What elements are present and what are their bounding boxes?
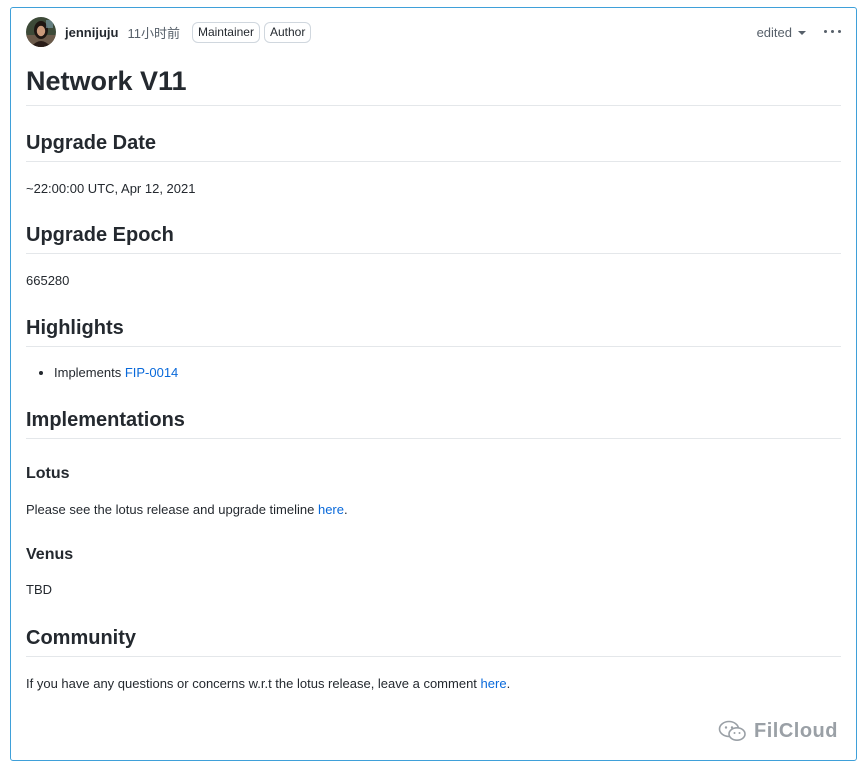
- implementations-heading: Implementations: [26, 407, 841, 439]
- caret-down-icon: [798, 31, 806, 35]
- list-item: Implements FIP-0014: [54, 364, 841, 382]
- community-heading: Community: [26, 625, 841, 657]
- avatar[interactable]: [26, 17, 56, 47]
- lotus-here-link[interactable]: here: [318, 502, 344, 517]
- watermark: FilCloud: [718, 719, 838, 743]
- venus-text: TBD: [26, 582, 52, 597]
- highlights-list: Implements FIP-0014: [26, 364, 841, 382]
- kebab-horizontal-icon[interactable]: [824, 25, 842, 39]
- edited-dropdown[interactable]: edited: [757, 25, 806, 40]
- lotus-text: Please see the lotus release and upgrade…: [26, 501, 841, 519]
- lotus-text-after: .: [344, 502, 348, 517]
- wechat-icon: [718, 720, 746, 741]
- upgrade-date-text: ~22:00:00 UTC, Apr 12, 2021: [26, 181, 196, 196]
- lotus-text-before: Please see the lotus release and upgrade…: [26, 502, 318, 517]
- page-title: Network V11: [26, 64, 841, 106]
- comment-header: jennijuju 11小时前 Maintainer Author edited: [26, 16, 842, 48]
- community-text-before: If you have any questions or concerns w.…: [26, 676, 481, 691]
- comment-card: jennijuju 11小时前 Maintainer Author edited…: [10, 7, 857, 761]
- community-text-after: .: [506, 676, 511, 691]
- edited-label: edited: [756, 24, 792, 40]
- maintainer-badge: Maintainer: [191, 21, 260, 43]
- comment-timestamp[interactable]: 11小时前: [127, 23, 180, 42]
- lotus-heading: Lotus: [26, 465, 70, 482]
- upgrade-epoch-text: 665280: [26, 273, 70, 288]
- fip-0014-link[interactable]: FIP-0014: [125, 365, 178, 380]
- watermark-text: FilCloud: [754, 719, 838, 742]
- venus-heading: Venus: [26, 546, 74, 563]
- community-text: If you have any questions or concerns w.…: [26, 675, 841, 693]
- comment-body: Network V11 Upgrade Date ~22:00:00 UTC, …: [26, 64, 841, 693]
- highlight-prefix: Implements: [54, 365, 125, 380]
- author-badge: Author: [263, 21, 312, 43]
- upgrade-date-heading: Upgrade Date: [26, 130, 841, 162]
- upgrade-epoch-heading: Upgrade Epoch: [26, 222, 841, 254]
- author-link[interactable]: jennijuju: [65, 25, 118, 40]
- community-here-link[interactable]: here: [481, 676, 507, 691]
- highlights-heading: Highlights: [26, 315, 841, 347]
